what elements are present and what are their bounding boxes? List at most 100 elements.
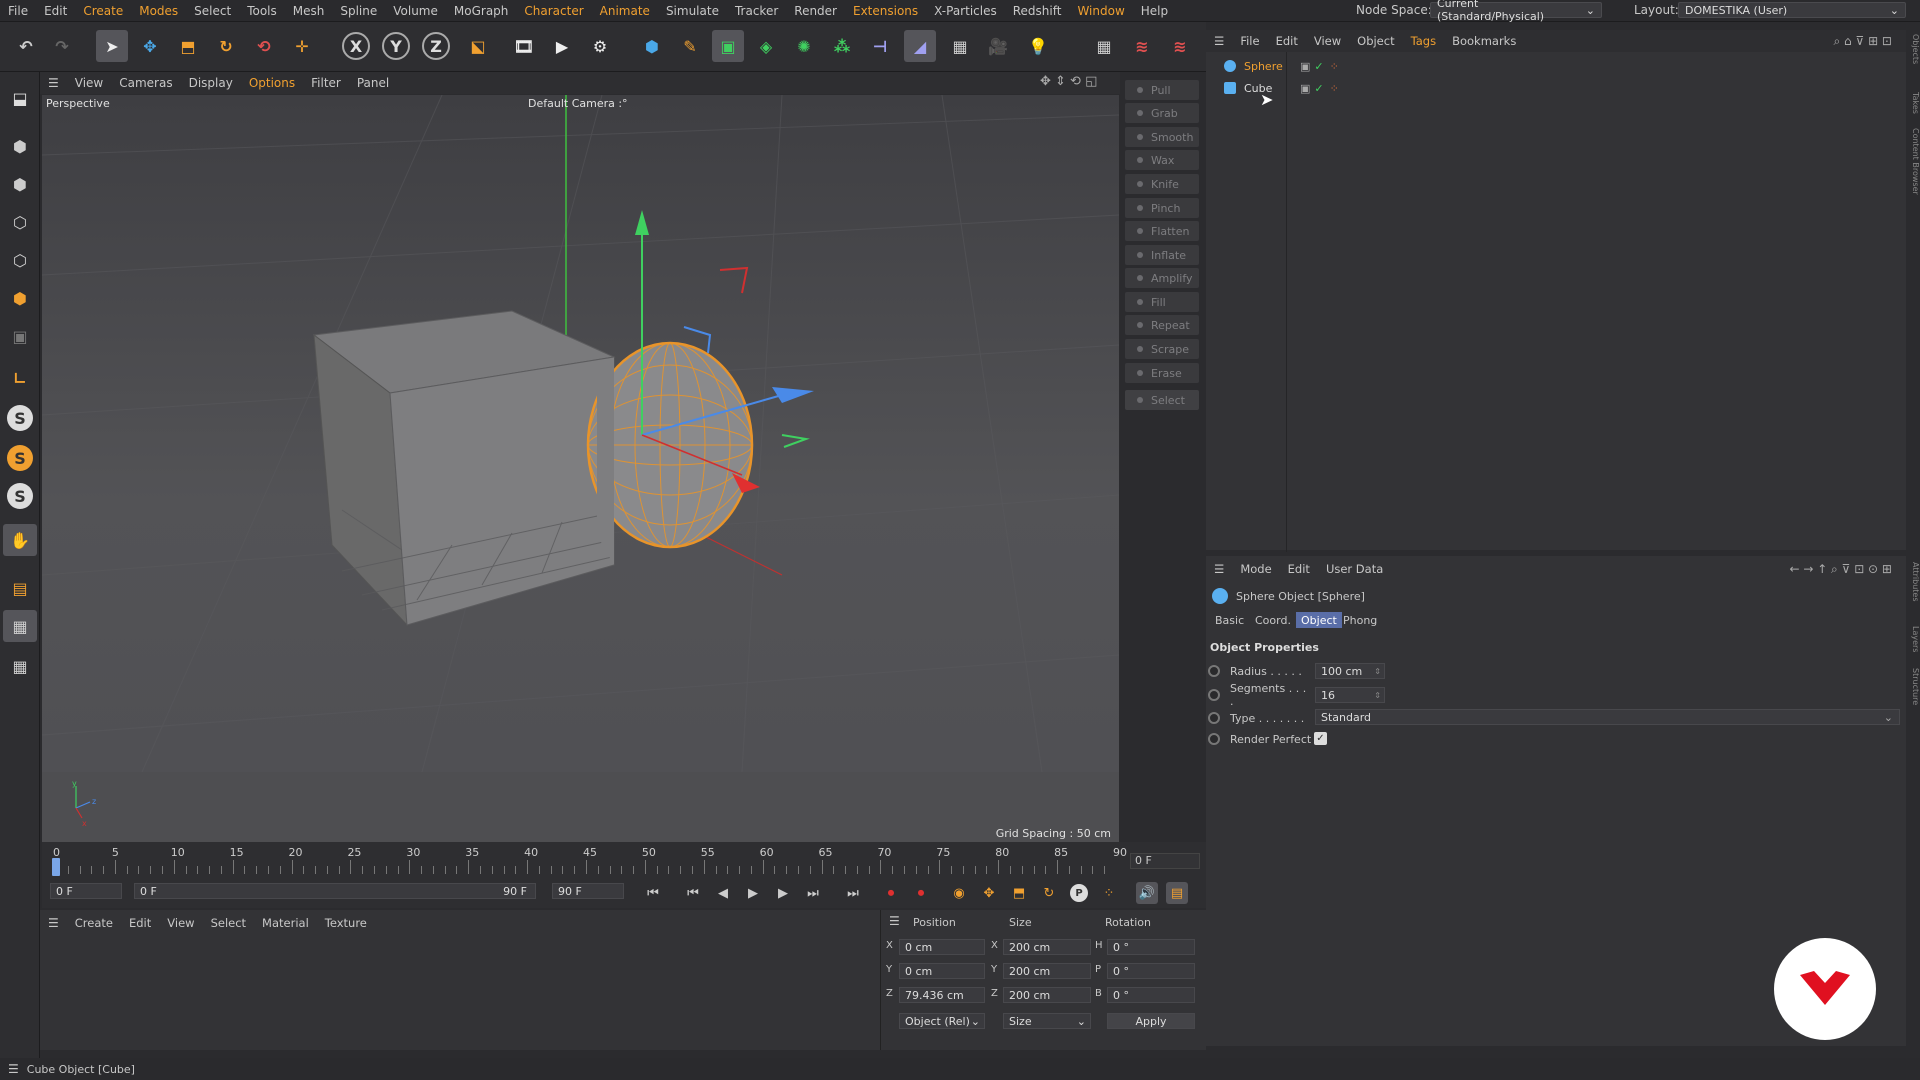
light-icon[interactable]: 💡 xyxy=(1022,30,1054,62)
tab-phong[interactable]: Phong xyxy=(1338,612,1382,628)
objects-menu-object[interactable]: Object xyxy=(1349,34,1402,48)
z-axis-lock-icon[interactable]: Z xyxy=(422,32,450,60)
snap-mode-icon[interactable]: S xyxy=(3,480,37,512)
record-parameter-icon[interactable]: P xyxy=(1068,882,1090,904)
viewport-navigation-icons[interactable]: ✥ ⇕ ⟲ ◱ xyxy=(1040,74,1097,89)
animate-radio-icon[interactable] xyxy=(1208,712,1220,724)
redshift-icon[interactable]: ≋ xyxy=(1126,30,1158,62)
position-x-input[interactable]: 0 cm xyxy=(899,939,985,955)
material-menu-create[interactable]: Create xyxy=(67,916,121,930)
viewport-menu-view[interactable]: View xyxy=(67,76,111,90)
workplane-mode-icon[interactable]: ▦ xyxy=(3,650,37,682)
3d-viewport[interactable]: Perspective Default Camera :° xyxy=(42,95,1119,772)
uv-mode-icon[interactable]: ▣ xyxy=(3,320,37,352)
rotation-p-input[interactable]: 0 ° xyxy=(1107,963,1195,979)
mograph-cloner-icon[interactable]: ⁂ xyxy=(826,30,858,62)
sculpt-grab-button[interactable]: Grab xyxy=(1125,103,1199,123)
objects-menu-view[interactable]: View xyxy=(1306,34,1349,48)
tab-coord[interactable]: Coord. xyxy=(1250,612,1296,628)
visibility-toggle-icon[interactable]: ▣ xyxy=(1300,82,1310,95)
tab-basic[interactable]: Basic xyxy=(1210,612,1249,628)
menu-modes[interactable]: Modes xyxy=(131,4,186,18)
sculpt-repeat-button[interactable]: Repeat xyxy=(1125,315,1199,335)
auto-keying-icon[interactable]: ⏺ xyxy=(910,882,932,904)
scale-tool-icon[interactable]: ⬒ xyxy=(172,30,204,62)
redo-icon[interactable]: ↷ xyxy=(46,30,78,62)
objects-menu-edit[interactable]: Edit xyxy=(1268,34,1306,48)
sculpt-inflate-button[interactable]: Inflate xyxy=(1125,245,1199,265)
size-mode-dropdown[interactable]: Size ⌄ xyxy=(1003,1013,1091,1029)
add-tool-icon[interactable]: ✛ xyxy=(286,30,318,62)
redshift-render-icon[interactable]: ≋ xyxy=(1164,30,1196,62)
hamburger-menu-icon[interactable]: ☰ xyxy=(40,76,67,90)
cube-object[interactable] xyxy=(312,310,616,627)
viewport-menu-options[interactable]: Options xyxy=(241,76,303,90)
side-tab-layers[interactable]: Layers xyxy=(1908,626,1920,652)
enabled-check-icon[interactable]: ✓ xyxy=(1314,82,1323,95)
apply-button[interactable]: Apply xyxy=(1107,1013,1195,1029)
interpolation-icon[interactable]: 🔊 xyxy=(1136,882,1158,904)
sculpt-knife-button[interactable]: Knife xyxy=(1125,174,1199,194)
menu-spline[interactable]: Spline xyxy=(332,4,385,18)
record-scale-icon[interactable]: ⬒ xyxy=(1008,882,1030,904)
subdivision-generator-icon[interactable]: ▣ xyxy=(712,30,744,62)
menu-mesh[interactable]: Mesh xyxy=(285,4,333,18)
record-position-icon[interactable]: ✥ xyxy=(978,882,1000,904)
side-tab-structure[interactable]: Structure xyxy=(1908,668,1920,705)
sculpt-wax-button[interactable]: Wax xyxy=(1125,150,1199,170)
sculpt-flatten-button[interactable]: Flatten xyxy=(1125,221,1199,241)
record-keys-icon[interactable]: ⏺ xyxy=(880,882,902,904)
render-perfect-checkbox[interactable]: ✓ xyxy=(1314,732,1327,745)
menu-create[interactable]: Create xyxy=(75,4,131,18)
hamburger-menu-icon[interactable]: ☰ xyxy=(889,914,900,928)
animate-radio-icon[interactable] xyxy=(1208,665,1220,677)
record-rotation-icon[interactable]: ↻ xyxy=(1038,882,1060,904)
material-menu-material[interactable]: Material xyxy=(254,916,317,930)
timeline-playhead[interactable] xyxy=(52,858,60,876)
sculpt-smooth-button[interactable]: Smooth xyxy=(1125,127,1199,147)
enabled-check-icon[interactable]: ✓ xyxy=(1314,60,1323,73)
menu-tools[interactable]: Tools xyxy=(239,4,285,18)
select-tool-icon[interactable]: ➤ xyxy=(96,30,128,62)
go-to-start-icon[interactable]: ⏮ xyxy=(642,882,664,904)
environment-icon[interactable]: ▦ xyxy=(944,30,976,62)
sculpt-amplify-button[interactable]: Amplify xyxy=(1125,268,1199,288)
next-key-icon[interactable]: ⏭ xyxy=(802,882,824,904)
tab-object[interactable]: Object xyxy=(1296,612,1342,628)
attributes-menu-mode[interactable]: Mode xyxy=(1232,562,1279,576)
coordinate-mode-dropdown[interactable]: Object (Rel) ⌄ xyxy=(899,1013,985,1029)
sculpt-fill-button[interactable]: Fill xyxy=(1125,292,1199,312)
size-z-input[interactable]: 200 cm xyxy=(1003,987,1091,1003)
sculpt-scrape-button[interactable]: Scrape xyxy=(1125,339,1199,359)
z-axis-handle[interactable] xyxy=(772,387,814,403)
menu-x-particles[interactable]: X-Particles xyxy=(926,4,1005,18)
polygons-mode-icon[interactable]: ⬢ xyxy=(3,282,37,314)
hamburger-menu-icon[interactable]: ☰ xyxy=(1206,34,1232,48)
animate-radio-icon[interactable] xyxy=(1208,733,1220,745)
visibility-toggle-icon[interactable]: ▣ xyxy=(1300,60,1310,73)
model-mode-icon[interactable]: ⬢ xyxy=(3,130,37,162)
hamburger-menu-icon[interactable]: ☰ xyxy=(0,1062,27,1076)
menu-character[interactable]: Character xyxy=(516,4,591,18)
y-axis-lock-icon[interactable]: Y xyxy=(382,32,410,60)
locked-workplane-icon[interactable]: ▦ xyxy=(3,610,37,642)
sculpt-select-button[interactable]: Select xyxy=(1125,390,1199,410)
pen-spline-icon[interactable]: ✎ xyxy=(674,30,706,62)
menu-extensions[interactable]: Extensions xyxy=(845,4,926,18)
attributes-toolbar-icons[interactable]: ← → ↑ ⌕ ⊽ ⊡ ⊙ ⊞ xyxy=(1789,562,1906,577)
material-manager-panel[interactable]: ☰ Create Edit View Select Material Textu… xyxy=(40,910,880,1050)
workplane-icon[interactable]: ∟ xyxy=(3,362,37,394)
menu-simulate[interactable]: Simulate xyxy=(658,4,727,18)
edges-mode-icon[interactable]: ⬡ xyxy=(3,244,37,276)
objects-toolbar-icons[interactable]: ⌕ ⌂ ⊽ ⊞ ⊡ xyxy=(1834,34,1907,49)
render-view-icon[interactable]: ▶ xyxy=(546,30,578,62)
layout-dropdown[interactable]: DOMESTIKA (User) ⌄ xyxy=(1678,2,1906,18)
viewport-menu-filter[interactable]: Filter xyxy=(303,76,349,90)
x-axis-lock-icon[interactable]: X xyxy=(342,32,370,60)
objects-menu-file[interactable]: File xyxy=(1232,34,1267,48)
object-row-cube[interactable]: Cube ▣ ✓ ⁘ xyxy=(1206,78,1906,98)
material-menu-edit[interactable]: Edit xyxy=(121,916,159,930)
side-tab-attributes[interactable]: Attributes xyxy=(1908,562,1920,602)
segments-input[interactable]: 16 ⇕ xyxy=(1315,687,1385,703)
cloner-icon[interactable]: ✺ xyxy=(788,30,820,62)
